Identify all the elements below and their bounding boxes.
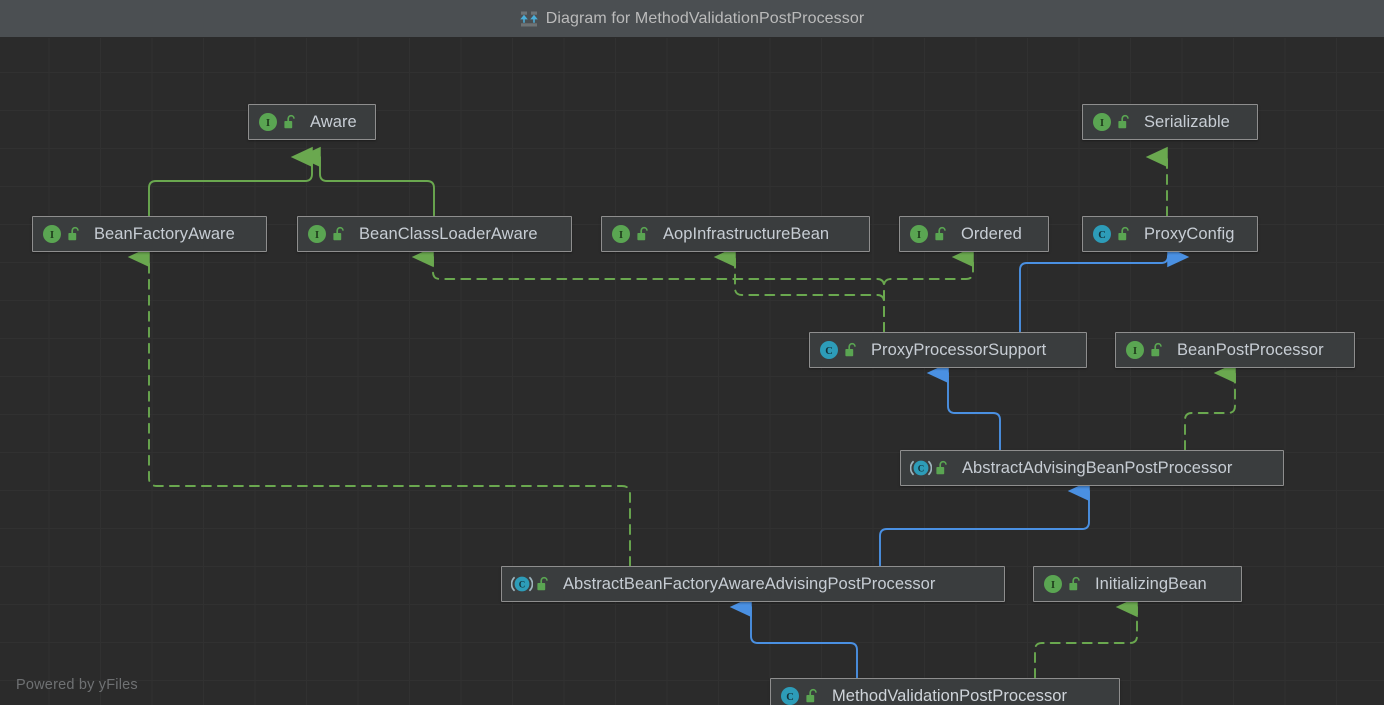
edge-methodvalidation-to-abstractbeanfactoryawareadvising <box>729 596 858 679</box>
svg-text:I: I <box>266 117 270 129</box>
diagram-canvas[interactable]: I Aware I Serializable I BeanFactoryAware I Bea… <box>0 38 1384 705</box>
class-node-label: InitializingBean <box>1095 574 1207 593</box>
class-icon: C <box>1092 224 1112 244</box>
unlock-icon <box>1117 226 1132 242</box>
edge-beanclassloaderaware-to-aware <box>298 146 435 217</box>
class-node-aopinfrastructurebean[interactable]: I AopInfrastructureBean <box>601 216 870 252</box>
edge-proxyprocessorsupport-to-proxyconfig <box>1019 246 1190 333</box>
class-node-label: AbstractBeanFactoryAwareAdvisingPostProc… <box>563 574 936 593</box>
edge-beanfactoryaware-to-aware <box>148 146 313 217</box>
svg-text:I: I <box>50 229 54 241</box>
unlock-icon <box>1150 342 1165 358</box>
class-node-abstractbeanfactoryawareadvisingpostprocessor[interactable]: C AbstractBeanFactoryAwareAdvisingPostPro… <box>501 566 1005 602</box>
class-node-serializable[interactable]: I Serializable <box>1082 104 1258 140</box>
edge-methodvalidation-to-initializingbean <box>1034 596 1138 679</box>
interface-icon: I <box>1125 340 1145 360</box>
class-node-aware[interactable]: I Aware <box>248 104 376 140</box>
svg-text:I: I <box>1133 345 1137 357</box>
interface-icon: I <box>909 224 929 244</box>
class-node-label: AopInfrastructureBean <box>663 224 830 243</box>
window-title: Diagram for MethodValidationPostProcesso… <box>545 9 865 27</box>
unlock-icon <box>805 688 820 704</box>
class-node-label: Ordered <box>961 224 1022 243</box>
unlock-icon <box>935 460 950 476</box>
class-node-proxyconfig[interactable]: C ProxyConfig <box>1082 216 1258 252</box>
class-node-abstractadvisingbeanpostprocessor[interactable]: C AbstractAdvisingBeanPostProcessor <box>900 450 1284 486</box>
edge-abstractbeanfactoryawareadvising-to-beanfactoryaware <box>127 246 631 567</box>
svg-text:I: I <box>917 229 921 241</box>
unlock-icon <box>1117 114 1132 130</box>
class-node-beanclassloaderaware[interactable]: I BeanClassLoaderAware <box>297 216 572 252</box>
class-node-label: Aware <box>310 112 357 131</box>
unlock-icon <box>934 226 949 242</box>
class-node-initializingbean[interactable]: I InitializingBean <box>1033 566 1242 602</box>
svg-text:C: C <box>918 464 925 474</box>
unlock-icon <box>844 342 859 358</box>
class-node-ordered[interactable]: I Ordered <box>899 216 1049 252</box>
edge-proxyprocessorsupport-to-aopinfrastructurebean <box>713 246 885 333</box>
interface-icon: I <box>307 224 327 244</box>
unlock-icon <box>636 226 651 242</box>
svg-text:C: C <box>519 580 526 590</box>
unlock-icon <box>536 576 551 592</box>
class-node-label: AbstractAdvisingBeanPostProcessor <box>962 458 1233 477</box>
class-node-proxyprocessorsupport[interactable]: C ProxyProcessorSupport <box>809 332 1087 368</box>
abstract-class-icon: C <box>510 574 534 594</box>
class-node-label: ProxyProcessorSupport <box>871 340 1047 359</box>
abstract-class-icon: C <box>909 458 933 478</box>
class-node-beanfactoryaware[interactable]: I BeanFactoryAware <box>32 216 267 252</box>
diagram-icon <box>519 10 538 28</box>
unlock-icon <box>332 226 347 242</box>
edge-abstractbeanfactoryawareadvising-to-abstractadvising <box>879 480 1090 567</box>
window-titlebar: Diagram for MethodValidationPostProcesso… <box>0 0 1384 38</box>
class-icon: C <box>780 686 800 705</box>
interface-icon: I <box>1043 574 1063 594</box>
edge-abstractadvising-to-proxyprocessorsupport <box>926 362 1001 451</box>
class-node-label: Serializable <box>1144 112 1230 131</box>
svg-text:C: C <box>786 692 794 703</box>
diagram-window: Diagram for MethodValidationPostProcesso… <box>0 0 1384 705</box>
class-node-beanpostprocessor[interactable]: I BeanPostProcessor <box>1115 332 1355 368</box>
edge-abstractadvising-to-beanpostprocessor <box>1184 362 1236 451</box>
class-node-label: BeanPostProcessor <box>1177 340 1324 359</box>
svg-text:C: C <box>1098 230 1106 241</box>
svg-text:C: C <box>825 346 833 357</box>
edge-proxyprocessorsupport-to-ordered <box>883 246 974 333</box>
svg-text:I: I <box>315 229 319 241</box>
class-node-label: BeanClassLoaderAware <box>359 224 538 243</box>
class-icon: C <box>819 340 839 360</box>
unlock-icon <box>67 226 82 242</box>
class-node-label: ProxyConfig <box>1144 224 1235 243</box>
interface-icon: I <box>258 112 278 132</box>
class-node-label: BeanFactoryAware <box>94 224 235 243</box>
svg-text:I: I <box>1100 117 1104 129</box>
svg-text:I: I <box>619 229 623 241</box>
interface-icon: I <box>42 224 62 244</box>
class-node-methodvalidationpostprocessor[interactable]: C MethodValidationPostProcessor <box>770 678 1120 705</box>
class-node-label: MethodValidationPostProcessor <box>832 686 1068 705</box>
interface-icon: I <box>611 224 631 244</box>
svg-text:I: I <box>1051 579 1055 591</box>
unlock-icon <box>283 114 298 130</box>
unlock-icon <box>1068 576 1083 592</box>
interface-icon: I <box>1092 112 1112 132</box>
